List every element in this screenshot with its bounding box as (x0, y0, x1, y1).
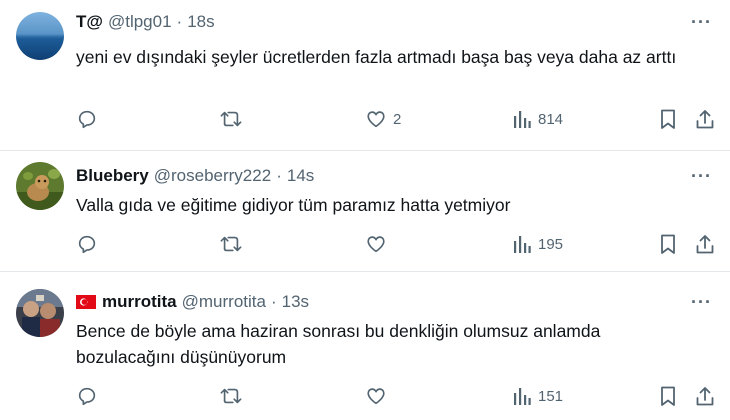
reply-button[interactable] (76, 233, 104, 255)
share-icon (694, 385, 716, 407)
like-button[interactable]: 2 (365, 108, 401, 130)
tweet-header: Bluebery @roseberry222 · 14s (76, 166, 314, 186)
heart-icon (365, 385, 387, 407)
heart-icon (365, 108, 387, 130)
tweet-2[interactable]: Bluebery @roseberry222 · 14s ··· Valla g… (0, 151, 730, 271)
bookmark-button[interactable] (658, 385, 678, 407)
avatar[interactable] (16, 162, 64, 210)
view-count: 814 (538, 110, 564, 128)
views-button[interactable]: 814 (512, 108, 563, 130)
user-handle[interactable]: @tlpg01 (108, 12, 172, 32)
heart-icon (365, 233, 387, 255)
timestamp[interactable]: 18s (187, 12, 214, 32)
bookmark-button[interactable] (658, 233, 678, 255)
avatar[interactable] (16, 289, 64, 337)
share-button[interactable] (694, 233, 716, 255)
view-count: 151 (538, 387, 564, 405)
separator: · (276, 166, 282, 185)
like-button[interactable] (365, 233, 393, 255)
tweet-3[interactable]: murrotita @murrotita · 13s ··· Bence de … (0, 272, 730, 420)
tweet-text: Valla gıda ve eğitime gidiyor tüm paramı… (76, 195, 511, 215)
retweet-icon (219, 385, 243, 407)
more-icon[interactable]: ··· (691, 12, 712, 33)
retweet-button[interactable] (219, 108, 249, 130)
bookmark-icon (658, 385, 678, 407)
more-icon[interactable]: ··· (691, 292, 712, 313)
views-icon (512, 385, 532, 407)
reply-button[interactable] (76, 385, 104, 407)
view-count: 195 (538, 235, 564, 253)
views-icon (512, 108, 532, 130)
share-icon (694, 233, 716, 255)
retweet-button[interactable] (219, 233, 249, 255)
bookmark-icon (658, 233, 678, 255)
avatar[interactable] (16, 12, 64, 60)
views-button[interactable]: 151 (512, 385, 563, 407)
reply-button[interactable] (76, 108, 104, 130)
bookmark-icon (658, 108, 678, 130)
user-handle[interactable]: @roseberry222 (154, 166, 271, 186)
action-bar: 151 (0, 385, 730, 409)
separator: · (176, 12, 183, 31)
timestamp[interactable]: 14s (287, 166, 314, 186)
bookmark-button[interactable] (658, 108, 678, 130)
action-bar: 195 (0, 233, 730, 257)
display-name[interactable]: T@ (76, 12, 103, 32)
tweet-header: murrotita @murrotita · 13s (76, 292, 309, 312)
retweet-icon (219, 233, 243, 255)
reply-icon (76, 108, 98, 130)
like-count: 2 (393, 110, 402, 128)
tweet-text: yeni ev dışındaki şeyler ücretlerden faz… (76, 47, 677, 67)
turkey-flag-icon (76, 295, 96, 309)
share-button[interactable] (694, 385, 716, 407)
share-button[interactable] (694, 108, 716, 130)
more-icon[interactable]: ··· (691, 166, 712, 187)
display-name[interactable]: Bluebery (76, 166, 149, 186)
tweet-text: Bence de böyle ama haziran sonrası bu de… (76, 321, 601, 367)
user-handle[interactable]: @murrotita (182, 292, 266, 312)
timestamp[interactable]: 13s (282, 292, 309, 312)
retweet-button[interactable] (219, 385, 249, 407)
tweet-header: T@ @tlpg01 · 18s (76, 12, 215, 32)
tweet-1[interactable]: T@ @tlpg01 · 18s ··· yeni ev dışındaki ş… (0, 0, 730, 150)
reply-icon (76, 385, 98, 407)
like-button[interactable] (365, 385, 393, 407)
views-icon (512, 233, 532, 255)
action-bar: 2 814 (0, 108, 730, 132)
display-name[interactable]: murrotita (102, 292, 177, 312)
views-button[interactable]: 195 (512, 233, 563, 255)
reply-icon (76, 233, 98, 255)
retweet-icon (219, 108, 243, 130)
share-icon (694, 108, 716, 130)
separator: · (270, 292, 277, 311)
